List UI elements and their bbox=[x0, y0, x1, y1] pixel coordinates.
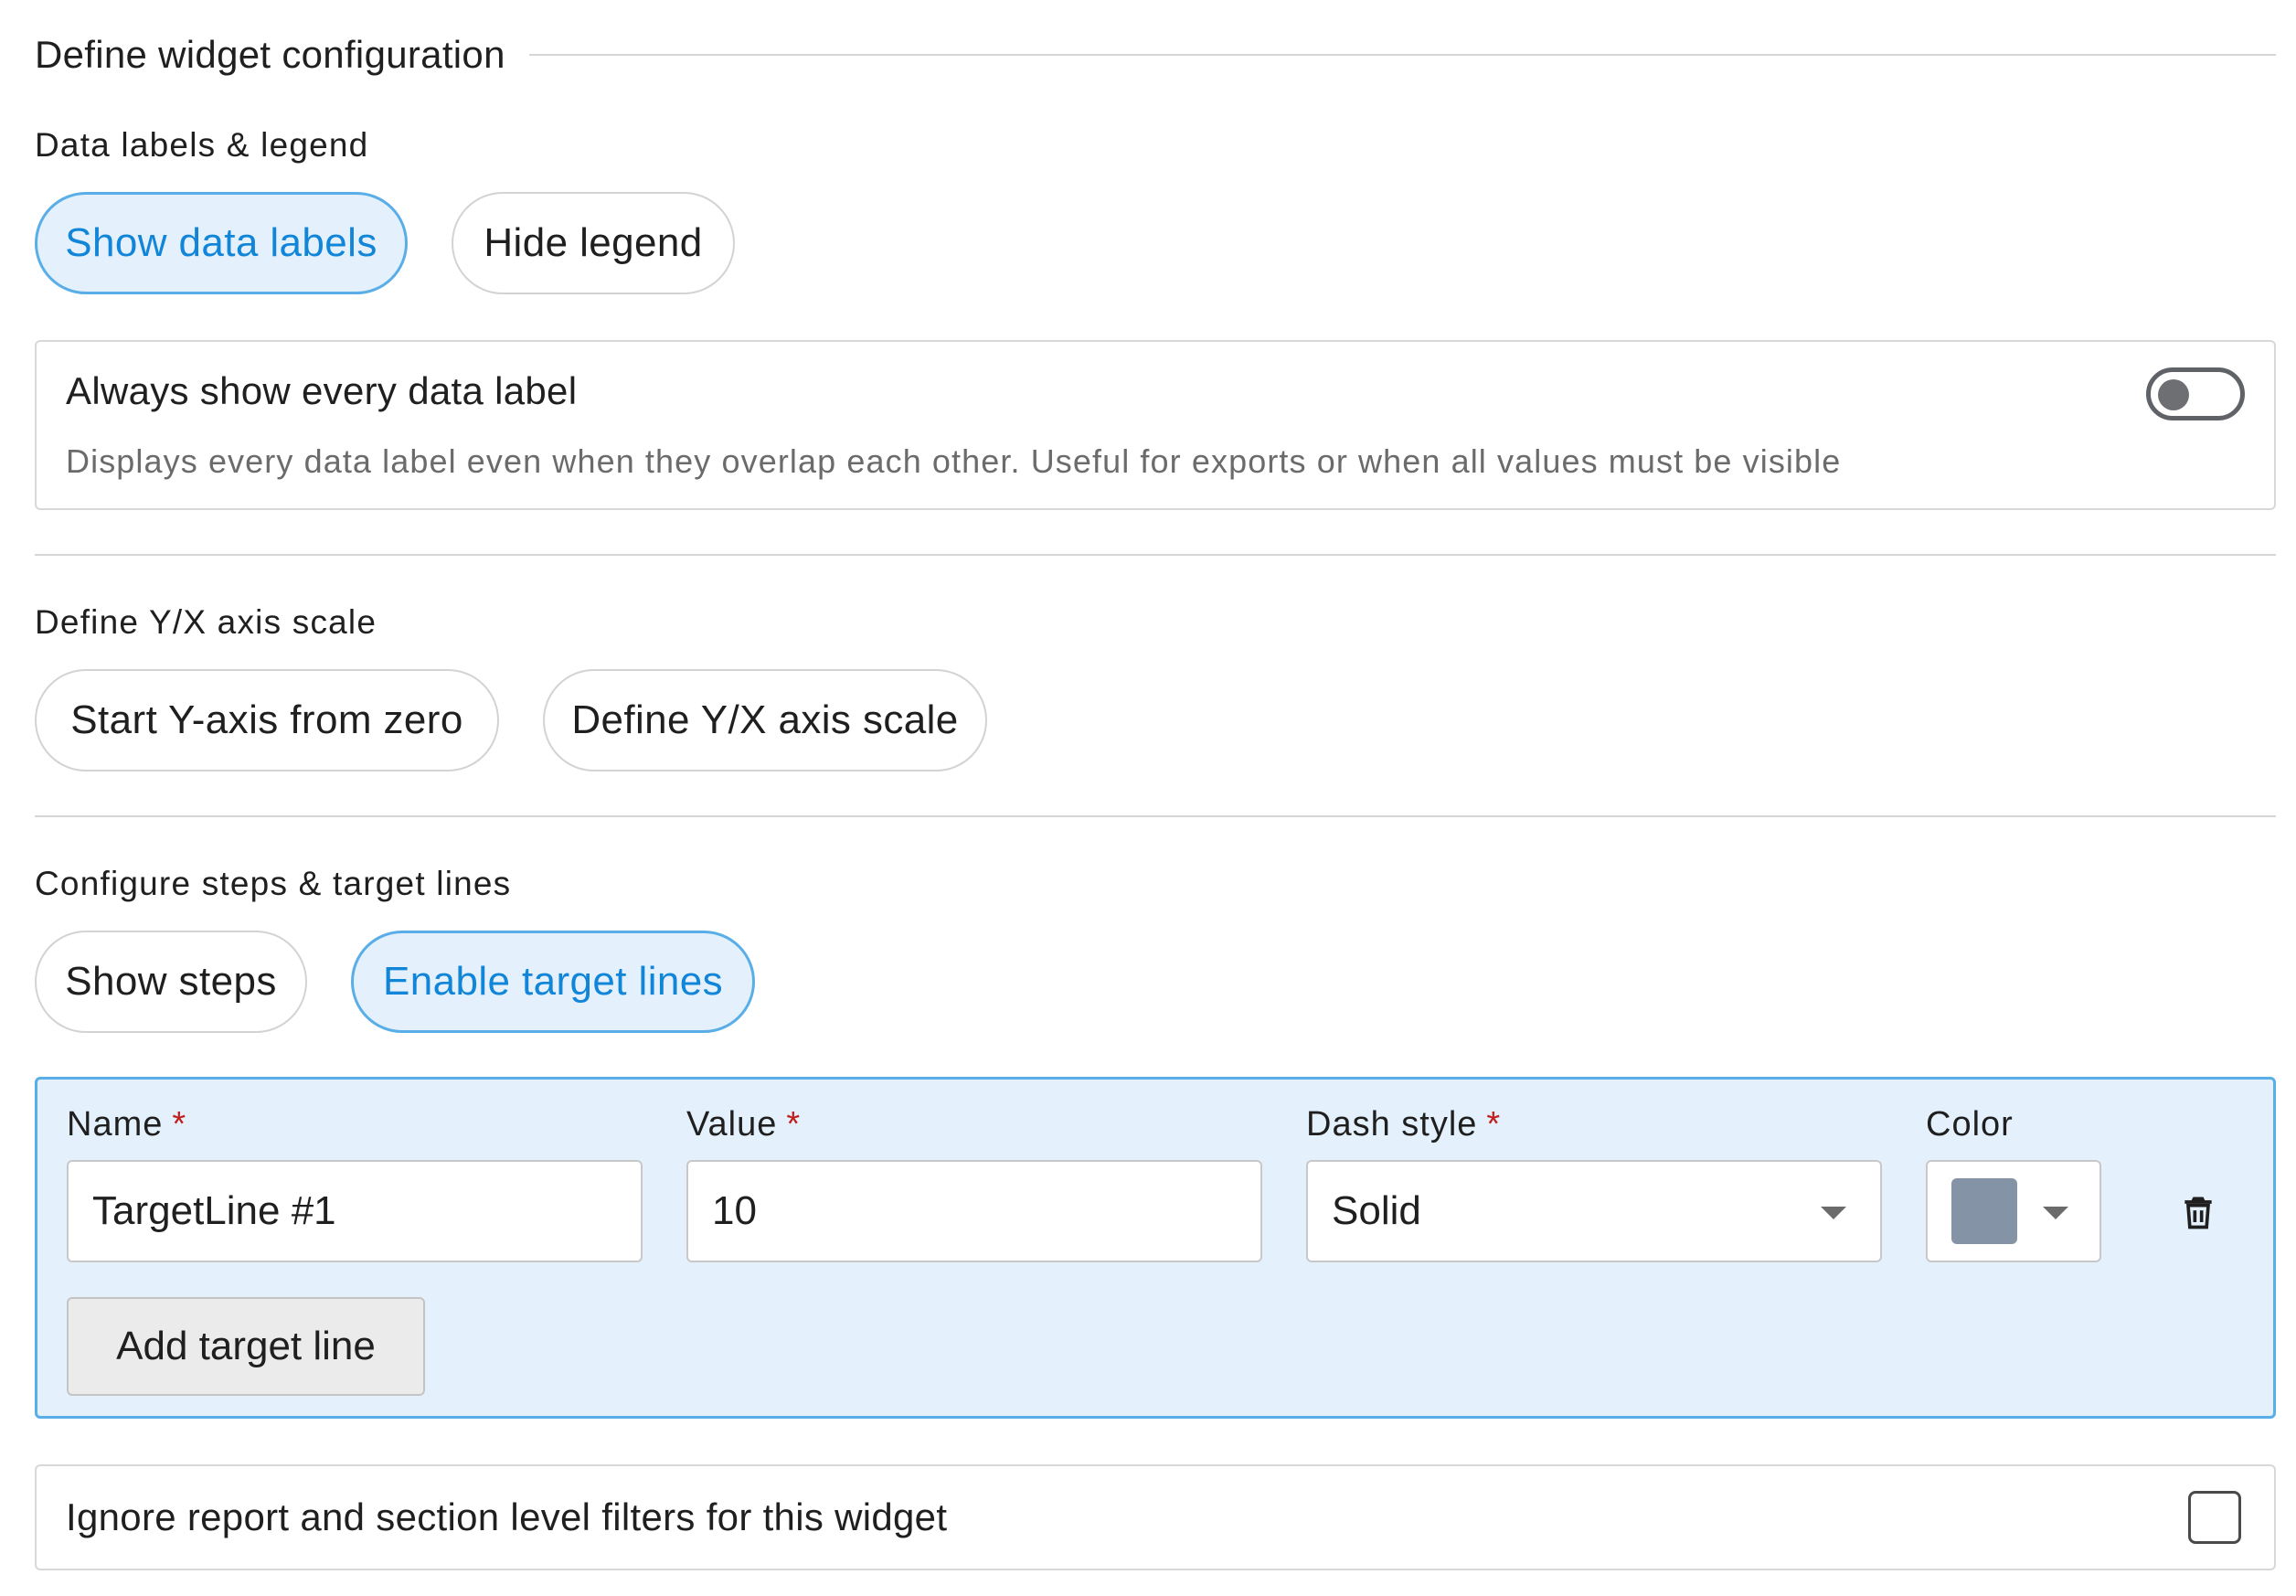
ignore-filters-checkbox[interactable] bbox=[2188, 1491, 2241, 1544]
required-marker: * bbox=[786, 1105, 802, 1144]
header-divider bbox=[528, 54, 2276, 56]
hide-legend-button[interactable]: Hide legend bbox=[452, 192, 735, 294]
target-line-value-input[interactable]: 10 bbox=[686, 1160, 1262, 1262]
always-show-labels-toggle[interactable] bbox=[2146, 367, 2245, 420]
start-y-axis-from-zero-button[interactable]: Start Y-axis from zero bbox=[35, 669, 499, 771]
target-line-name-input[interactable]: TargetLine #1 bbox=[67, 1160, 643, 1262]
dash-style-field-label: Dash style * bbox=[1306, 1105, 1501, 1144]
page-title: Define widget configuration bbox=[35, 33, 505, 76]
always-show-labels-description: Displays every data label even when they… bbox=[66, 442, 1842, 480]
chevron-down-icon bbox=[2043, 1207, 2068, 1219]
widget-config-page: Define widget configuration Data labels … bbox=[0, 0, 2296, 1596]
name-label-text: Name bbox=[67, 1105, 164, 1144]
color-swatch bbox=[1951, 1178, 2017, 1244]
show-steps-button[interactable]: Show steps bbox=[35, 931, 307, 1033]
value-field-label: Value * bbox=[686, 1105, 801, 1144]
always-show-labels-card: Always show every data label Displays ev… bbox=[35, 340, 2276, 510]
ignore-filters-label: Ignore report and section level filters … bbox=[66, 1495, 948, 1538]
data-labels-section-label: Data labels & legend bbox=[35, 126, 369, 164]
dash-style-value: Solid bbox=[1332, 1188, 1421, 1233]
dash-style-label-text: Dash style bbox=[1306, 1105, 1478, 1144]
chevron-down-icon bbox=[1821, 1207, 1846, 1219]
dash-style-select[interactable]: Solid bbox=[1306, 1160, 1882, 1262]
ignore-filters-card: Ignore report and section level filters … bbox=[35, 1464, 2276, 1570]
name-field-label: Name * bbox=[67, 1105, 186, 1144]
always-show-labels-title: Always show every data label bbox=[66, 369, 578, 412]
color-field-label: Color bbox=[1926, 1105, 2014, 1144]
show-data-labels-button[interactable]: Show data labels bbox=[35, 192, 408, 294]
add-target-line-button[interactable]: Add target line bbox=[67, 1297, 425, 1396]
steps-section-label: Configure steps & target lines bbox=[35, 865, 512, 902]
trash-icon[interactable] bbox=[2178, 1192, 2218, 1232]
value-label-text: Value bbox=[686, 1105, 778, 1144]
define-axis-scale-button[interactable]: Define Y/X axis scale bbox=[543, 669, 987, 771]
axis-section-label: Define Y/X axis scale bbox=[35, 603, 377, 641]
color-picker[interactable] bbox=[1926, 1160, 2101, 1262]
section-header: Define widget configuration bbox=[35, 27, 2276, 82]
required-marker: * bbox=[1486, 1105, 1502, 1144]
required-marker: * bbox=[172, 1105, 187, 1144]
toggle-knob bbox=[2158, 379, 2189, 410]
section-divider bbox=[35, 554, 2276, 556]
target-lines-panel: Name * Value * Dash style * Color TargetLin… bbox=[35, 1077, 2276, 1419]
section-divider bbox=[35, 815, 2276, 817]
enable-target-lines-button[interactable]: Enable target lines bbox=[351, 931, 755, 1033]
